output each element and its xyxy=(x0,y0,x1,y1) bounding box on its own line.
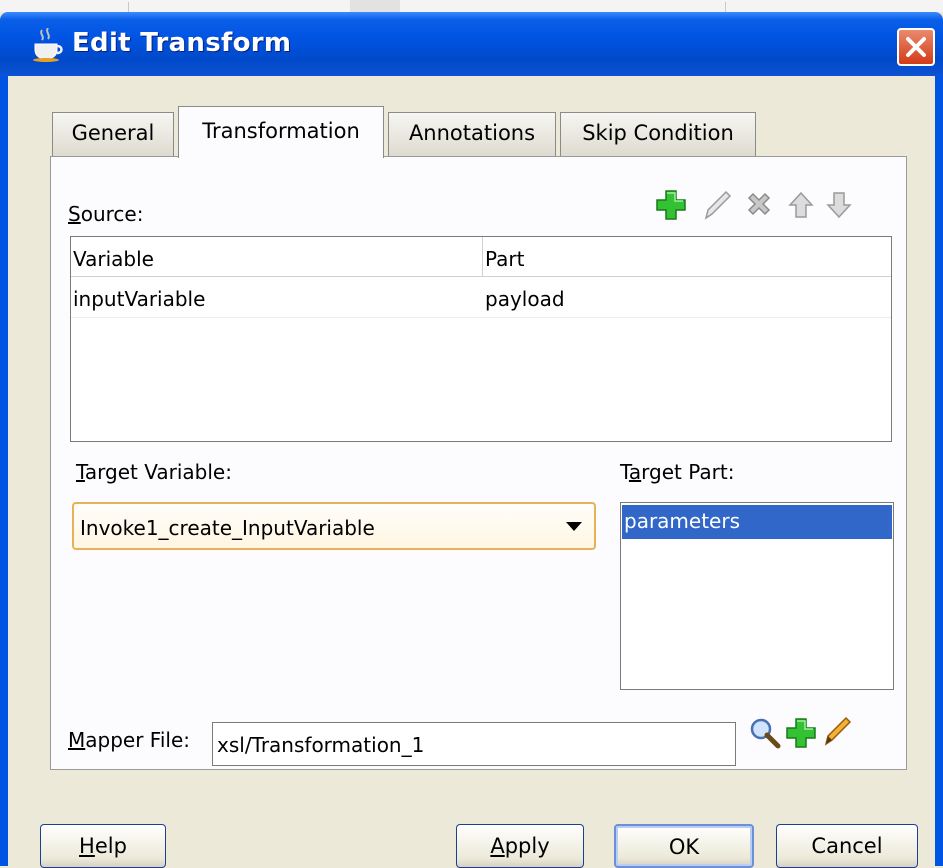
background-separator xyxy=(725,2,726,12)
edit-transform-dialog: Edit Transform General Transformation An… xyxy=(0,12,943,868)
mapper-file-mnemonic: M xyxy=(68,728,86,752)
source-mnemonic: S xyxy=(68,202,81,226)
background-window-strip xyxy=(0,0,943,12)
help-mnemonic: H xyxy=(79,834,95,858)
target-variable-value: Invoke1_create_InputVariable xyxy=(80,516,375,540)
target-part-label: Target Part: xyxy=(620,460,734,484)
move-down-icon[interactable] xyxy=(822,188,856,222)
source-table[interactable]: Variable Part inputVariable payload xyxy=(70,236,892,442)
list-item[interactable]: parameters xyxy=(622,505,892,539)
help-button[interactable]: Help xyxy=(40,824,166,868)
target-variable-select[interactable]: Invoke1_create_InputVariable xyxy=(72,502,596,550)
edit-icon[interactable] xyxy=(820,714,854,748)
coffee-cup-icon xyxy=(33,28,63,62)
tab-annotations[interactable]: Annotations xyxy=(388,112,556,156)
move-up-icon[interactable] xyxy=(784,188,818,222)
window-frame-left xyxy=(0,76,8,866)
background-tab xyxy=(350,0,400,12)
search-icon[interactable] xyxy=(748,716,782,750)
ok-button[interactable]: OK xyxy=(614,824,754,868)
title-bar[interactable]: Edit Transform xyxy=(0,12,943,76)
column-header-part[interactable]: Part xyxy=(483,237,891,277)
window-frame-right xyxy=(935,76,943,866)
chevron-down-icon[interactable] xyxy=(566,522,582,531)
apply-label-rest: pply xyxy=(504,834,550,858)
column-header-variable[interactable]: Variable xyxy=(71,237,483,277)
cancel-button[interactable]: Cancel xyxy=(776,824,918,868)
edit-icon[interactable] xyxy=(700,188,734,222)
close-icon xyxy=(906,37,926,57)
tab-transformation[interactable]: Transformation xyxy=(178,106,384,158)
apply-mnemonic: A xyxy=(490,834,505,858)
add-icon[interactable] xyxy=(654,188,688,222)
target-variable-mnemonic: T xyxy=(76,460,85,484)
target-part-list[interactable]: parameters xyxy=(620,502,894,690)
mapper-file-label: Mapper File: xyxy=(68,728,190,752)
source-label: Source: xyxy=(68,202,143,226)
mapper-file-label-rest: apper File: xyxy=(85,728,191,752)
tab-skip-condition[interactable]: Skip Condition xyxy=(560,112,756,156)
apply-button[interactable]: Apply xyxy=(456,824,584,868)
delete-icon[interactable] xyxy=(742,188,776,222)
dialog-title: Edit Transform xyxy=(72,28,292,58)
target-variable-label-rest: arget Variable: xyxy=(84,460,232,484)
help-label-rest: elp xyxy=(94,834,127,858)
add-icon[interactable] xyxy=(784,716,818,750)
target-part-label-rest: rget Part: xyxy=(641,460,735,484)
close-button[interactable] xyxy=(897,28,935,66)
tab-general[interactable]: General xyxy=(52,112,174,156)
target-part-label-pre: T xyxy=(620,460,629,484)
table-row[interactable]: inputVariable payload xyxy=(71,277,891,318)
background-separator xyxy=(128,2,129,12)
mapper-file-input[interactable]: xsl/Transformation_1 xyxy=(212,722,736,766)
table-cell-variable: inputVariable xyxy=(73,287,206,311)
table-cell-part: payload xyxy=(485,287,565,311)
target-part-mnemonic: a xyxy=(628,460,642,484)
target-variable-label: Target Variable: xyxy=(76,460,232,484)
source-label-rest: ource: xyxy=(80,202,144,226)
